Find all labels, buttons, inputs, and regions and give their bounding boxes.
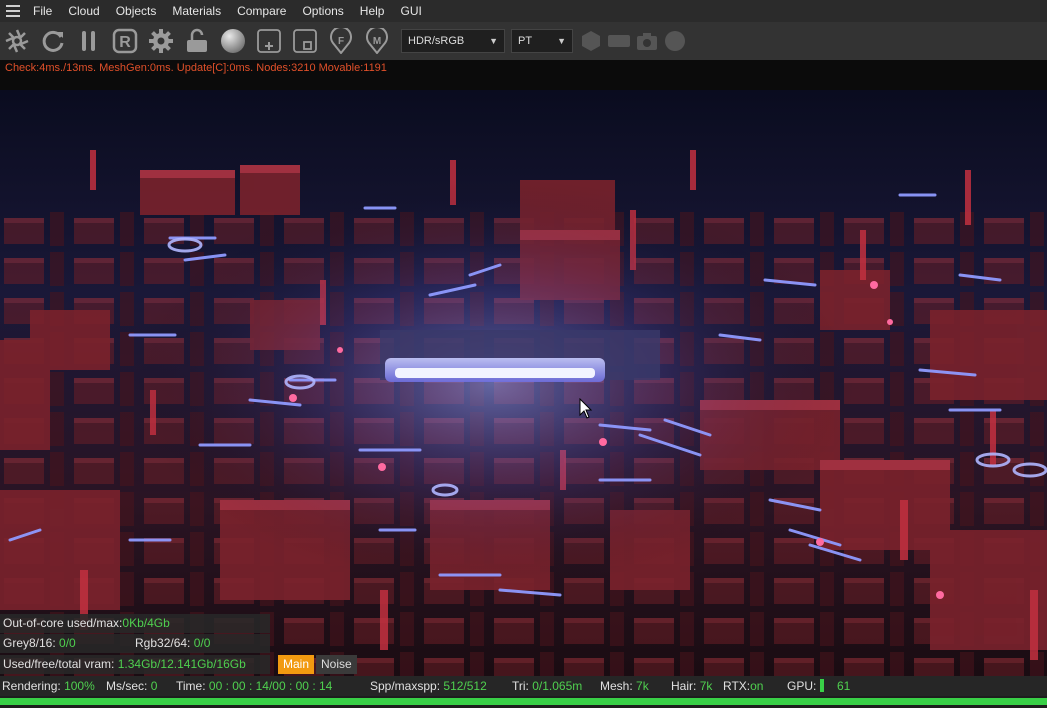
r-icon[interactable]: R xyxy=(111,27,139,55)
chevron-down-icon: ▼ xyxy=(557,36,566,46)
menu-materials[interactable]: Materials xyxy=(164,4,229,18)
time-value: 00 : 00 : 14/00 : 00 : 14 xyxy=(208,679,333,693)
rtx-label: RTX: xyxy=(723,679,751,693)
menu-help[interactable]: Help xyxy=(352,4,393,18)
colorspace-select[interactable]: HDR/sRGB ▼ xyxy=(401,29,505,53)
tab-noise[interactable]: Noise xyxy=(316,655,357,674)
aperture-icon[interactable] xyxy=(3,27,31,55)
grey-value: 0/0 xyxy=(59,636,76,650)
menu-compare[interactable]: Compare xyxy=(229,4,294,18)
hair-value: 7k xyxy=(699,679,713,693)
grey-label: Grey8/16: xyxy=(3,636,56,650)
svg-text:F: F xyxy=(338,36,344,47)
gpu-meter xyxy=(820,679,825,692)
mouse-cursor-icon xyxy=(579,398,593,419)
stop-region-icon[interactable] xyxy=(291,27,319,55)
gear-icon[interactable] xyxy=(147,27,175,55)
colorspace-value: HDR/sRGB xyxy=(408,35,465,47)
ooc-label: Out-of-core used/max: xyxy=(3,616,123,630)
add-region-icon[interactable] xyxy=(255,27,283,55)
ms-value: 0 xyxy=(150,679,158,693)
sphere-icon[interactable] xyxy=(219,27,247,55)
time-label: Time: xyxy=(176,679,206,693)
rendering-value: 100% xyxy=(64,679,95,693)
hair-label: Hair: xyxy=(671,679,697,693)
tri-value: 0/1.065m xyxy=(532,679,583,693)
material-pin-icon[interactable]: M xyxy=(363,27,391,55)
circle-icon[interactable] xyxy=(661,27,689,55)
tab-main[interactable]: Main xyxy=(278,655,315,674)
render-progress-bar xyxy=(0,698,1047,705)
render-stats-line: Check:4ms./13ms. MeshGen:0ms. Update[C]:… xyxy=(0,60,1047,90)
unlock-icon[interactable] xyxy=(183,27,211,55)
menu-file[interactable]: File xyxy=(25,4,60,18)
toolbar: R F M HDR/sRGB ▼ PT ▼ xyxy=(0,22,1047,60)
texture-info: Grey8/16: 0/0 Rgb32/64: 0/0 xyxy=(0,634,270,653)
tri-label: Tri: xyxy=(512,679,529,693)
out-of-core-info: Out-of-core used/max:0Kb/4Gb xyxy=(0,614,270,633)
menu-objects[interactable]: Objects xyxy=(108,4,165,18)
refresh-icon[interactable] xyxy=(39,27,67,55)
rgb-value: 0/0 xyxy=(193,636,211,650)
gpu-value: 61 xyxy=(837,679,851,693)
rendering-label: Rendering: xyxy=(2,679,61,693)
render-status-bar: Rendering: 100% Ms/sec: 0 Time: 00 : 00 … xyxy=(0,676,1047,696)
vram-info: Used/free/total vram: 1.34Gb/12.141Gb/16… xyxy=(0,655,270,674)
spp-label: Spp/maxspp: xyxy=(370,679,441,693)
pause-icon[interactable] xyxy=(75,27,103,55)
rendered-image xyxy=(0,90,1047,676)
ooc-value: 0Kb/4Gb xyxy=(122,616,170,630)
camera-icon[interactable] xyxy=(633,27,661,55)
kernel-select[interactable]: PT ▼ xyxy=(511,29,573,53)
menu-bar: File Cloud Objects Materials Compare Opt… xyxy=(0,0,1047,22)
mesh-label: Mesh: xyxy=(600,679,633,693)
rtx-value: on xyxy=(750,679,764,693)
rect-icon[interactable] xyxy=(605,27,633,55)
render-viewport[interactable] xyxy=(0,90,1047,676)
menu-cloud[interactable]: Cloud xyxy=(60,4,107,18)
svg-text:M: M xyxy=(373,36,381,47)
chevron-down-icon: ▼ xyxy=(489,36,498,46)
hexagon-icon[interactable] xyxy=(577,27,605,55)
rgb-label: Rgb32/64: xyxy=(135,636,191,650)
gpu-label: GPU: xyxy=(787,679,817,693)
spp-value: 512/512 xyxy=(443,679,487,693)
kernel-value: PT xyxy=(518,35,533,47)
vram-label: Used/free/total vram: xyxy=(3,657,115,671)
focus-pin-icon[interactable]: F xyxy=(327,27,355,55)
menu-gui[interactable]: GUI xyxy=(392,4,429,18)
menu-options[interactable]: Options xyxy=(294,4,351,18)
ms-label: Ms/sec: xyxy=(106,679,148,693)
vram-value: 1.34Gb/12.141Gb/16Gb xyxy=(117,657,246,671)
svg-text:R: R xyxy=(119,34,131,51)
mesh-value: 7k xyxy=(636,679,649,693)
hamburger-menu-icon[interactable] xyxy=(6,5,20,17)
